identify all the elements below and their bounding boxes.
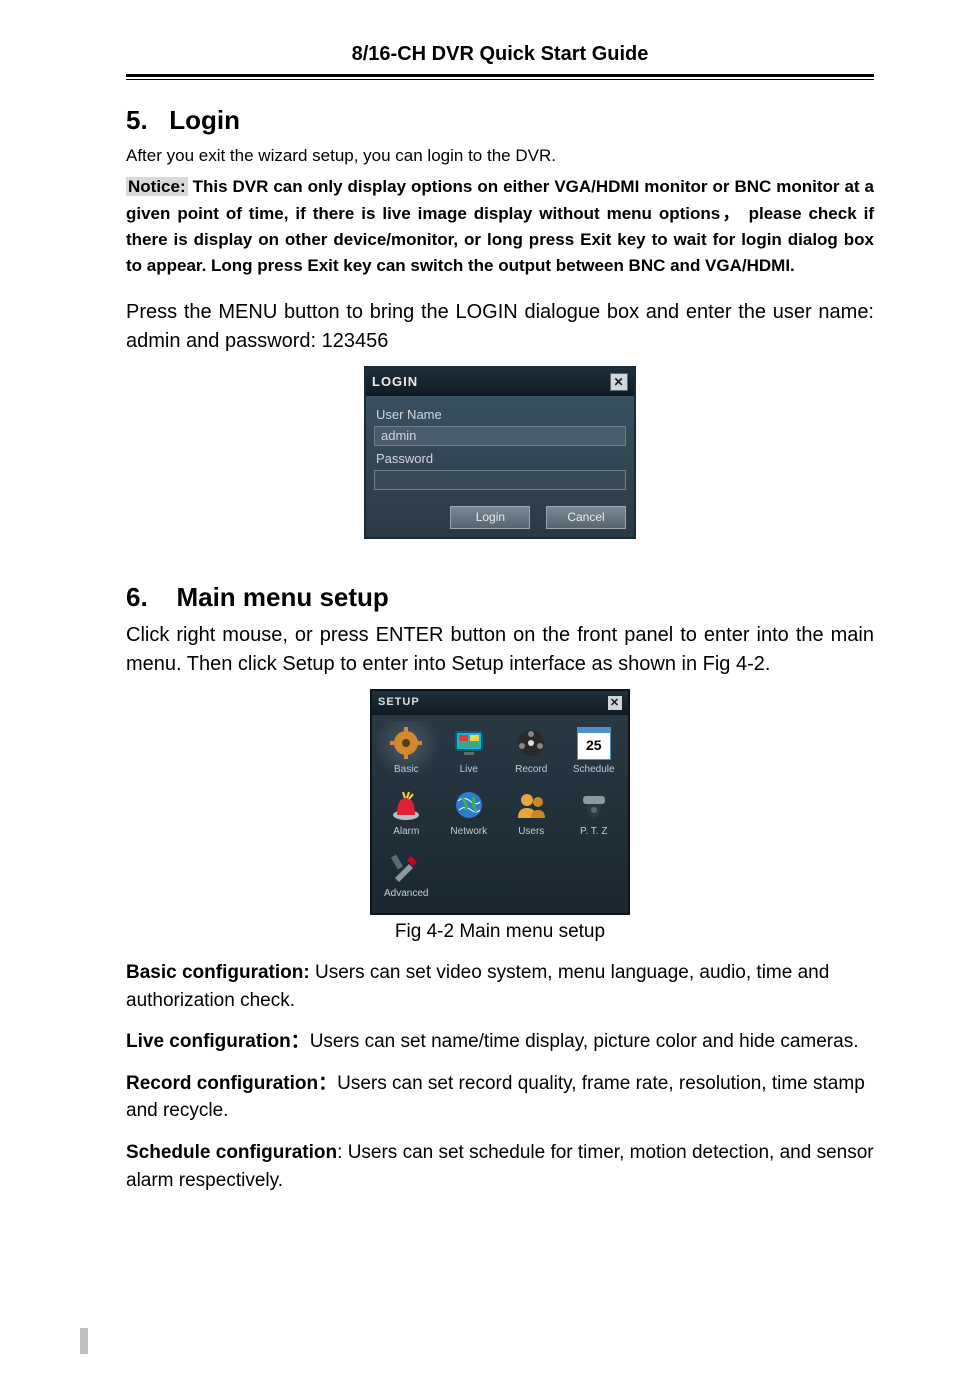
section-6-intro: Click right mouse, or press ENTER button… (126, 621, 874, 679)
setup-item-record[interactable]: Record (501, 721, 562, 781)
login-dialog: LOGIN ✕ User Name Password Login Cancel (364, 366, 636, 539)
setup-item-ptz-label: P. T. Z (564, 825, 625, 839)
setup-item-basic-label: Basic (376, 763, 437, 777)
header-rule-thick (126, 74, 874, 77)
section-6-title: Main menu setup (176, 582, 388, 612)
login-password-input[interactable] (374, 470, 626, 490)
setup-item-network-label: Network (439, 825, 500, 839)
setup-close-button[interactable]: ✕ (608, 696, 622, 710)
setup-item-live[interactable]: Live (439, 721, 500, 781)
setup-item-alarm[interactable]: Alarm (376, 783, 437, 843)
login-button-row: Login Cancel (366, 500, 634, 537)
section-5-number: 5. (126, 102, 162, 138)
section-5-title: Login (169, 105, 240, 135)
login-close-button[interactable]: ✕ (610, 373, 628, 391)
config-schedule: Schedule configuration: Users can set sc… (126, 1139, 874, 1194)
login-titlebar: LOGIN ✕ (366, 368, 634, 396)
config-schedule-lead: Schedule configuration (126, 1142, 337, 1163)
login-button[interactable]: Login (450, 506, 530, 529)
figure-caption: Fig 4-2 Main menu setup (126, 919, 874, 946)
gear-icon (388, 725, 424, 761)
page-left-tab (80, 1328, 88, 1354)
config-basic-lead: Basic configuration: (126, 962, 310, 983)
setup-item-advanced-label: Advanced (376, 887, 437, 901)
section-5-heading: 5. Login (126, 102, 874, 138)
calendar-icon: 25 (576, 725, 612, 761)
setup-item-advanced[interactable]: Advanced (376, 845, 437, 905)
setup-item-schedule[interactable]: 25 Schedule (564, 721, 625, 781)
setup-grid: Basic Live Record 25 Schedule Alarm (372, 715, 628, 913)
setup-panel-title: SETUP (378, 695, 420, 710)
setup-item-basic[interactable]: Basic (376, 721, 437, 781)
section-6-number: 6. (126, 579, 162, 615)
config-schedule-colon: : (337, 1142, 348, 1163)
section-5-press-text: Press the MENU button to bring the LOGIN… (126, 298, 874, 356)
section-5-notice: Notice: This DVR can only display option… (126, 174, 874, 279)
login-dialog-title: LOGIN (372, 373, 418, 391)
config-basic: Basic configuration: Users can set video… (126, 959, 874, 1014)
calendar-day-number: 25 (577, 727, 611, 760)
setup-item-network[interactable]: Network (439, 783, 500, 843)
section-6-heading: 6. Main menu setup (126, 579, 874, 615)
login-username-label: User Name (376, 406, 626, 424)
setup-item-alarm-label: Alarm (376, 825, 437, 839)
page-header-title: 8/16-CH DVR Quick Start Guide (126, 40, 874, 68)
reel-icon (513, 725, 549, 761)
login-body: User Name Password (366, 396, 634, 500)
setup-titlebar: SETUP ✕ (372, 691, 628, 714)
config-record: Record configuration：Users can set recor… (126, 1070, 874, 1125)
monitor-icon (451, 725, 487, 761)
alarm-icon (388, 787, 424, 823)
config-record-lead: Record configuration： (126, 1073, 337, 1094)
login-password-label: Password (376, 450, 626, 468)
section-5-intro: After you exit the wizard setup, you can… (126, 144, 874, 168)
config-live-lead: Live configuration： (126, 1031, 310, 1052)
setup-item-users[interactable]: Users (501, 783, 562, 843)
login-username-input[interactable] (374, 426, 626, 446)
setup-item-record-label: Record (501, 763, 562, 777)
config-live-text: Users can set name/time display, picture… (310, 1031, 859, 1052)
cancel-button[interactable]: Cancel (546, 506, 626, 529)
setup-item-schedule-label: Schedule (564, 763, 625, 777)
notice-label: Notice: (126, 177, 188, 196)
users-icon (513, 787, 549, 823)
notice-text: This DVR can only display options on eit… (126, 177, 874, 275)
tools-icon (388, 849, 424, 885)
config-live: Live configuration：Users can set name/ti… (126, 1028, 874, 1056)
setup-item-live-label: Live (439, 763, 500, 777)
header-rule-thin (126, 79, 874, 80)
ptz-camera-icon (576, 787, 612, 823)
setup-item-ptz[interactable]: P. T. Z (564, 783, 625, 843)
setup-item-users-label: Users (501, 825, 562, 839)
setup-panel: SETUP ✕ Basic Live Record 25 Schedul (370, 689, 630, 914)
globe-icon (451, 787, 487, 823)
